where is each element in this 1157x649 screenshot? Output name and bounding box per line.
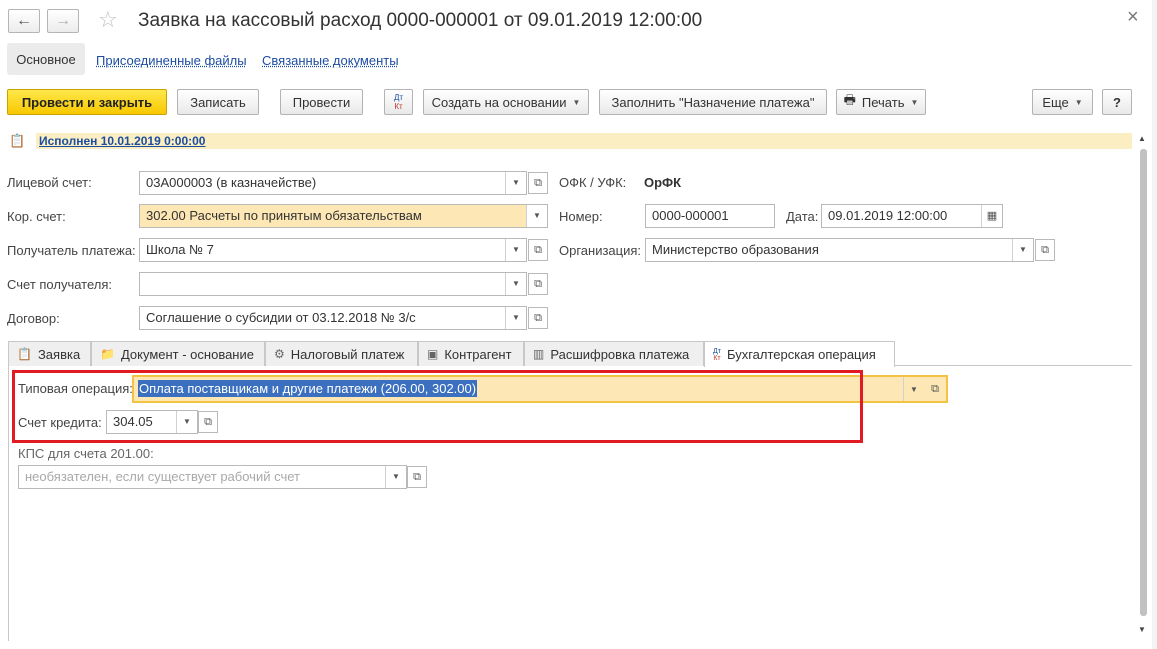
tab-accounting-operation[interactable]: Дт Кт Бухгалтерская операция xyxy=(704,341,895,367)
highlight-annotation-box xyxy=(12,370,863,443)
tax-icon: ⚙ xyxy=(274,347,285,361)
organization-value: Министерство образования xyxy=(652,242,819,257)
tab-payment-decoding[interactable]: ▥ Расшифровка платежа xyxy=(524,341,704,366)
chevron-down-icon[interactable]: ▼ xyxy=(903,377,924,401)
document-icon: 📋 xyxy=(17,347,32,361)
close-icon[interactable]: × xyxy=(1127,6,1139,29)
chevron-down-icon[interactable]: ▼ xyxy=(505,172,526,194)
open-icon[interactable]: ⧉ xyxy=(528,273,548,295)
contract-field[interactable]: Соглашение о субсидии от 03.12.2018 № 3/… xyxy=(139,306,527,330)
section-tab-related-docs[interactable]: Связанные документы xyxy=(262,53,399,68)
calendar-icon[interactable]: ▦ xyxy=(981,205,1002,227)
arrow-right-icon: → xyxy=(55,12,71,29)
corr-account-label: Кор. счет: xyxy=(7,209,66,224)
save-button[interactable]: Записать xyxy=(177,89,259,115)
open-icon[interactable]: ⧉ xyxy=(528,307,548,329)
tab-tax-payment[interactable]: ⚙ Налоговый платеж xyxy=(265,341,418,366)
print-label: Печать xyxy=(861,94,905,110)
contract-label: Договор: xyxy=(7,311,60,326)
open-icon[interactable]: ⧉ xyxy=(407,466,427,488)
contract-value: Соглашение о субсидии от 03.12.2018 № 3/… xyxy=(146,310,416,325)
more-button[interactable]: Еще ▼ xyxy=(1032,89,1093,115)
open-icon[interactable]: ⧉ xyxy=(528,172,548,194)
post-button[interactable]: Провести xyxy=(280,89,363,115)
date-label: Дата: xyxy=(786,209,819,224)
post-and-close-button[interactable]: Провести и закрыть xyxy=(7,89,167,115)
tab-label: Бухгалтерская операция xyxy=(726,347,876,362)
recipient-field[interactable]: Школа № 7 ▼ xyxy=(139,238,527,262)
kps-field[interactable]: необязателен, если существует рабочий сч… xyxy=(18,465,407,489)
open-icon[interactable]: ⧉ xyxy=(528,239,548,261)
status-document-icon: 📋 xyxy=(9,133,26,148)
ofk-value: ОрФК xyxy=(644,175,682,190)
chevron-down-icon[interactable]: ▼ xyxy=(1012,239,1033,261)
help-button[interactable]: ? xyxy=(1102,89,1132,115)
window-edge xyxy=(1152,0,1157,649)
create-based-on-button[interactable]: Создать на основании ▼ xyxy=(423,89,589,115)
recipient-value: Школа № 7 xyxy=(146,242,214,257)
create-based-on-label: Создать на основании xyxy=(431,94,567,110)
counterparty-icon: ▣ xyxy=(427,347,439,361)
corr-account-field[interactable]: 302.00 Расчеты по принятым обязательства… xyxy=(139,204,548,228)
personal-account-value: 03А000003 (в казначействе) xyxy=(146,175,317,190)
tab-label: Контрагент xyxy=(444,346,512,362)
section-tab-attached-files[interactable]: Присоединенные файлы xyxy=(96,53,247,68)
chevron-down-icon[interactable]: ▼ xyxy=(505,239,526,261)
chevron-down-icon[interactable]: ▼ xyxy=(385,466,406,488)
scrollbar-thumb[interactable] xyxy=(1140,149,1147,616)
ofk-label: ОФК / УФК: xyxy=(559,175,627,190)
tab-request[interactable]: 📋 Заявка xyxy=(8,341,91,366)
dt-kt-icon: Дт Кт xyxy=(713,347,721,362)
kps-placeholder: необязателен, если существует рабочий сч… xyxy=(25,469,300,484)
chevron-down-icon: ▼ xyxy=(572,97,581,107)
folder-icon: 📁 xyxy=(100,347,115,361)
kps-label: КПС для счета 201.00: xyxy=(18,446,154,461)
back-button[interactable]: ← xyxy=(8,9,40,33)
more-label: Еще xyxy=(1042,94,1069,110)
date-value: 09.01.2019 12:00:00 xyxy=(828,208,948,223)
arrow-left-icon: ← xyxy=(16,12,32,29)
panel-border xyxy=(8,366,9,641)
forward-button[interactable]: → xyxy=(47,9,79,33)
number-field[interactable]: 0000-000001 xyxy=(645,204,775,228)
window-title: Заявка на кассовый расход 0000-000001 от… xyxy=(138,10,703,31)
scroll-down-icon[interactable]: ▼ xyxy=(1138,625,1146,634)
fill-payment-purpose-button[interactable]: Заполнить "Назначение платежа" xyxy=(599,89,827,115)
recipient-account-label: Счет получателя: xyxy=(7,277,113,292)
chevron-down-icon[interactable]: ▼ xyxy=(505,273,526,295)
personal-account-field[interactable]: 03А000003 (в казначействе) ▼ xyxy=(139,171,527,195)
tab-counterparty[interactable]: ▣ Контрагент xyxy=(418,341,524,366)
dt-kt-button[interactable]: Дт Кт xyxy=(384,89,413,115)
number-label: Номер: xyxy=(559,209,603,224)
table-icon: ▥ xyxy=(533,347,545,361)
chevron-down-icon[interactable]: ▼ xyxy=(526,205,547,227)
organization-label: Организация: xyxy=(559,243,642,258)
personal-account-label: Лицевой счет: xyxy=(7,175,92,190)
chevron-down-icon: ▼ xyxy=(910,97,919,107)
scroll-up-icon[interactable]: ▲ xyxy=(1138,134,1146,143)
dt-kt-icon: Дт Кт xyxy=(393,93,404,111)
recipient-account-field[interactable]: ▼ xyxy=(139,272,527,296)
tab-basis-document[interactable]: 📁 Документ - основание xyxy=(91,341,265,366)
recipient-label: Получатель платежа: xyxy=(7,243,136,258)
tab-label: Документ - основание xyxy=(120,346,254,362)
section-tab-main[interactable]: Основное xyxy=(7,43,85,75)
chevron-down-icon[interactable]: ▼ xyxy=(505,307,526,329)
open-icon[interactable]: ⧉ xyxy=(925,378,945,400)
print-button[interactable]: 🖶 Печать ▼ xyxy=(836,89,926,115)
corr-account-value: 302.00 Расчеты по принятым обязательства… xyxy=(146,208,422,223)
chevron-down-icon: ▼ xyxy=(1074,97,1083,107)
number-value: 0000-000001 xyxy=(652,208,729,223)
tab-label: Налоговый платеж xyxy=(290,346,405,362)
tab-label: Заявка xyxy=(37,346,81,362)
printer-icon: 🖶 xyxy=(843,92,856,107)
tab-label: Расшифровка платежа xyxy=(550,346,690,362)
status-link[interactable]: Исполнен 10.01.2019 0:00:00 xyxy=(39,134,205,148)
favorite-star-icon[interactable]: ☆ xyxy=(98,7,118,33)
date-field[interactable]: 09.01.2019 12:00:00 ▦ xyxy=(821,204,1003,228)
open-icon[interactable]: ⧉ xyxy=(1035,239,1055,261)
organization-field[interactable]: Министерство образования ▼ xyxy=(645,238,1034,262)
